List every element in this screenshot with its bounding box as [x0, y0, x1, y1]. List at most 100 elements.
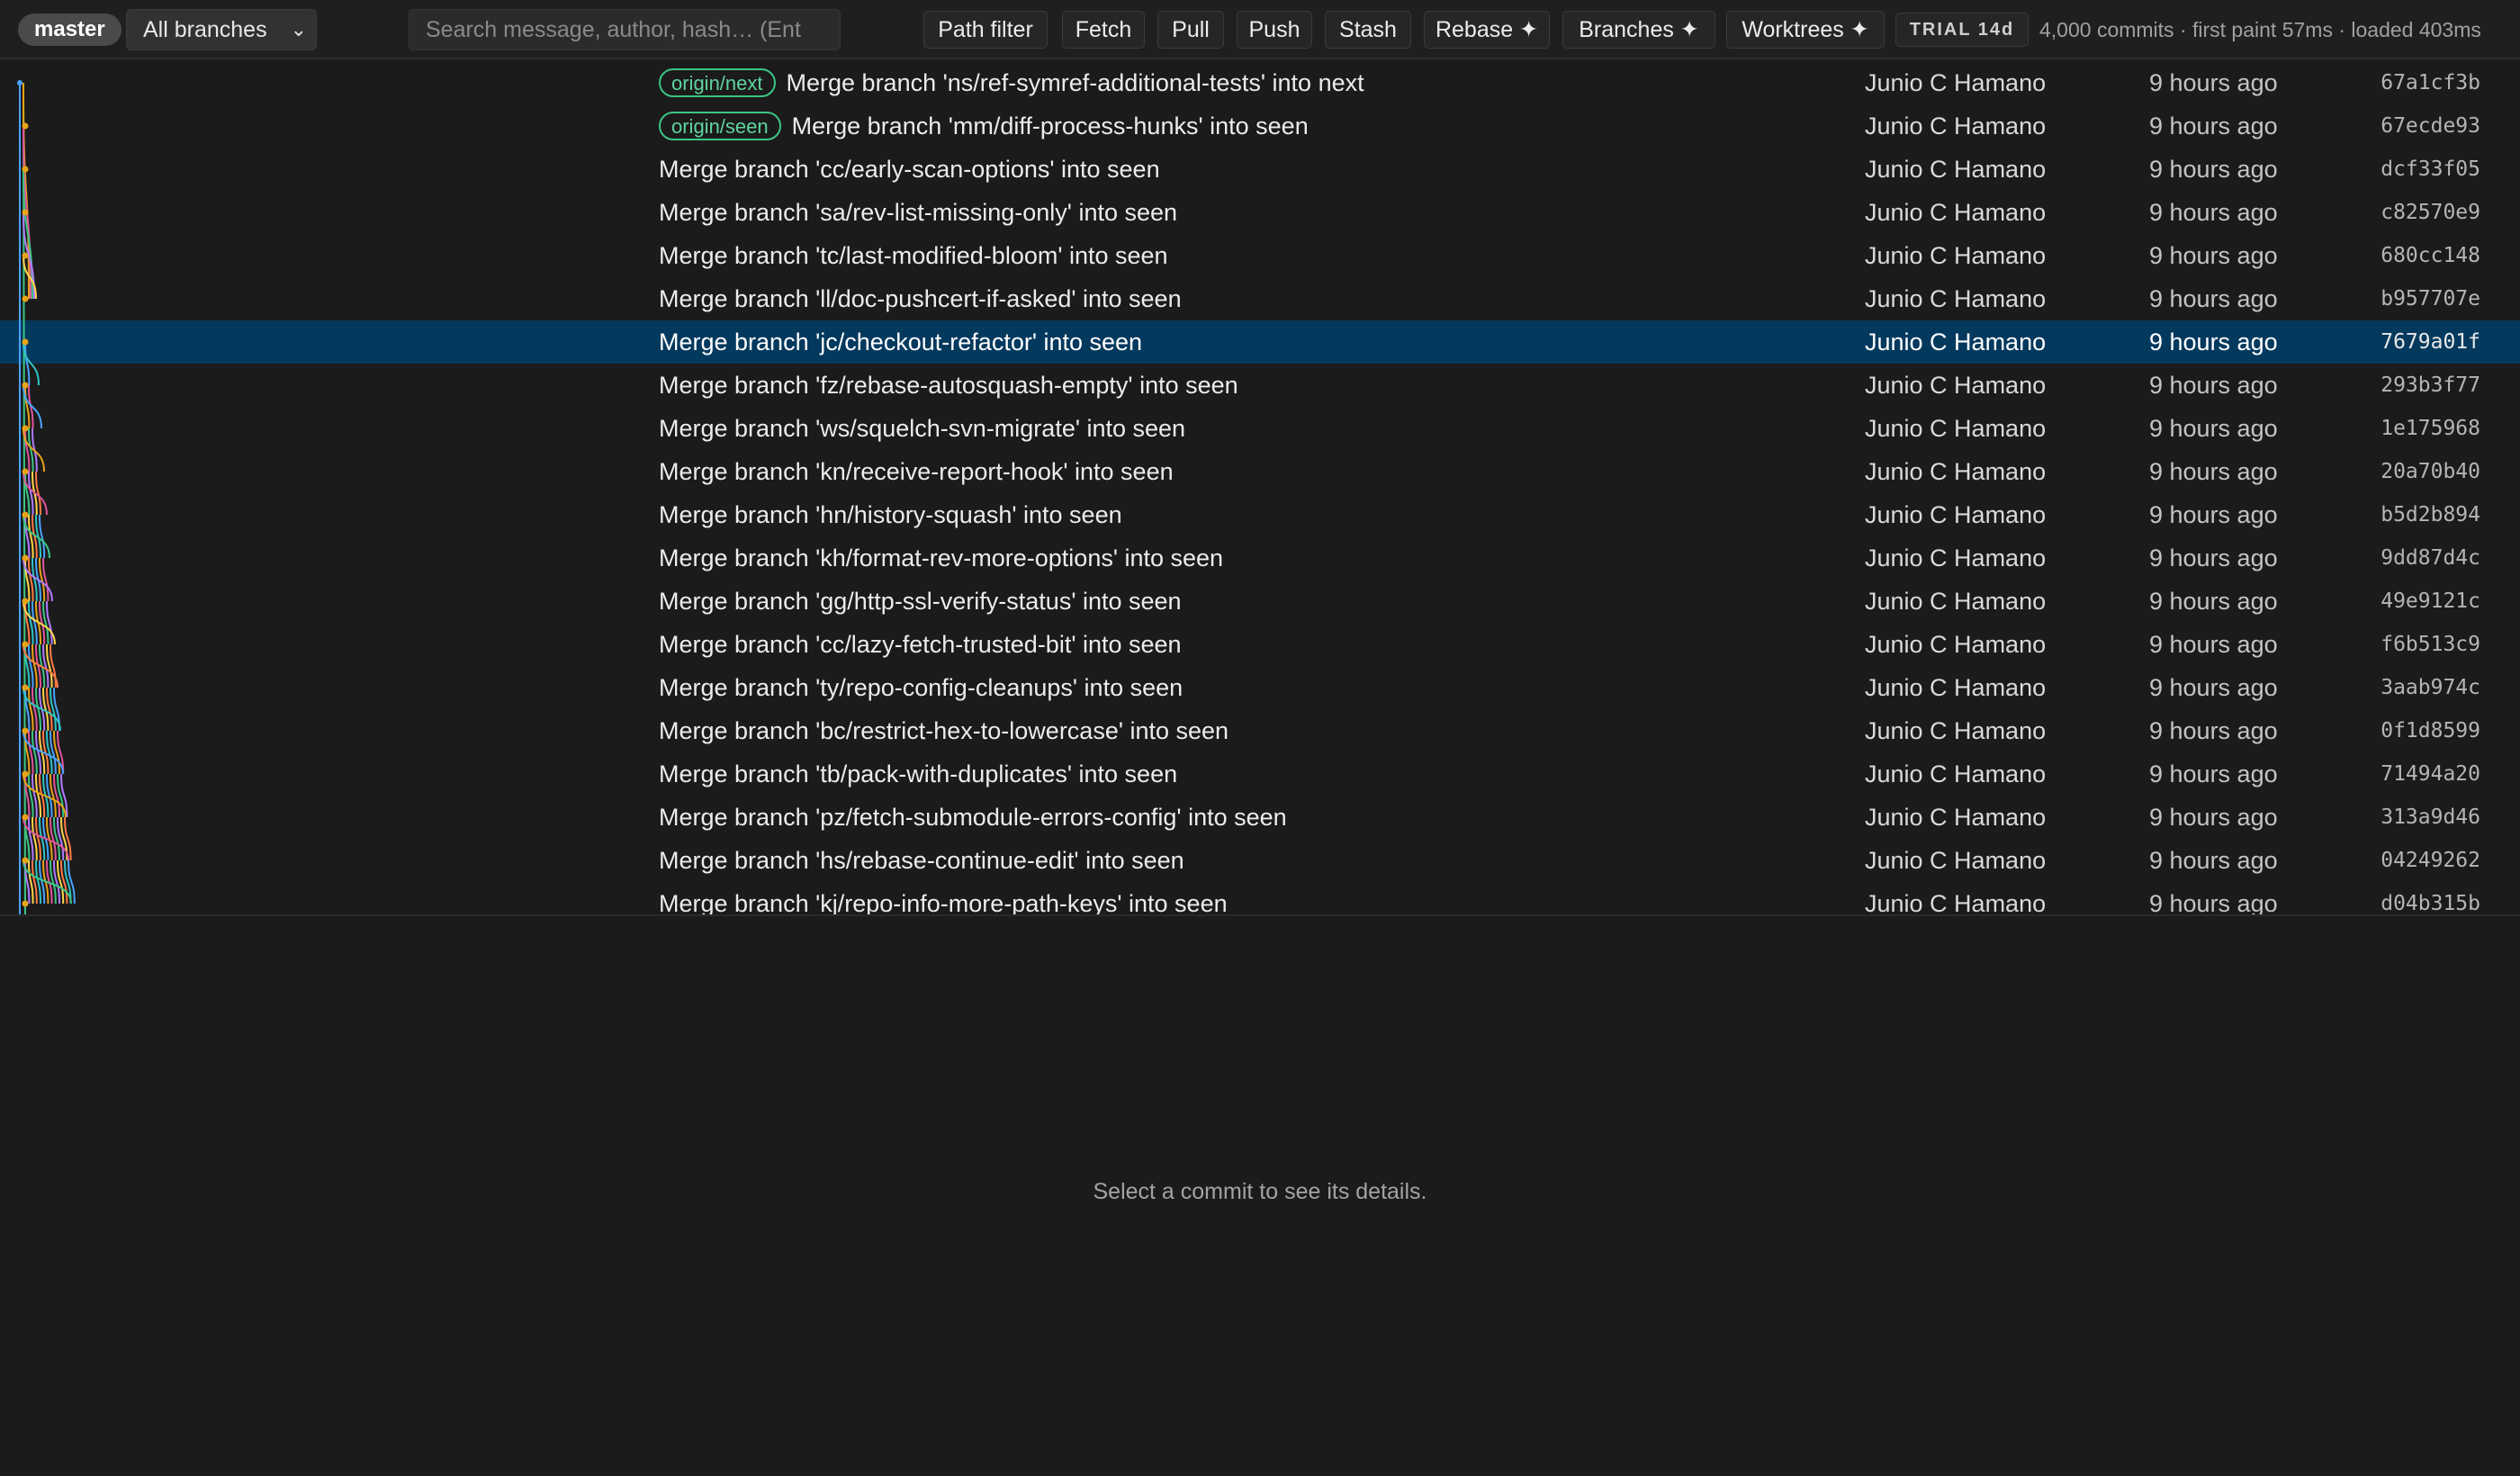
load-stats: 4,000 commits · first paint 57ms · loade… — [2039, 18, 2481, 41]
commit-row[interactable]: Merge branch 'jc/checkout-refactor' into… — [0, 320, 2520, 364]
commit-message: Merge branch 'tb/pack-with-duplicates' i… — [659, 752, 1177, 796]
commit-date: 9 hours ago — [2149, 156, 2278, 183]
commit-author: Junio C Hamano — [1865, 199, 2047, 226]
commit-dot — [22, 727, 29, 734]
commit-date: 9 hours ago — [2149, 112, 2278, 140]
commit-dot — [22, 338, 29, 346]
commit-row[interactable]: Merge branch 'ty/repo-config-cleanups' i… — [0, 666, 2520, 709]
commit-message-text: Merge branch 'bc/restrict-hex-to-lowerca… — [659, 717, 1229, 744]
commit-row[interactable]: Merge branch 'hs/rebase-continue-edit' i… — [0, 839, 2520, 882]
commit-hash: 04249262 — [2380, 849, 2480, 872]
commit-row[interactable]: Merge branch 'ws/squelch-svn-migrate' in… — [0, 407, 2520, 450]
commit-date: 9 hours ago — [2149, 415, 2278, 442]
commit-message: Merge branch 'cc/early-scan-options' int… — [659, 148, 1160, 191]
commit-message: Merge branch 'hn/history-squash' into se… — [659, 493, 1122, 536]
commit-message-text: Merge branch 'ns/ref-symref-additional-t… — [786, 69, 1364, 96]
worktrees-button[interactable]: Worktrees ✦ — [1726, 11, 1885, 49]
commit-message: Merge branch 'bc/restrict-hex-to-lowerca… — [659, 709, 1228, 752]
commit-hash: 49e9121c — [2380, 590, 2480, 613]
commit-author: Junio C Hamano — [1865, 588, 2047, 615]
branch-filter-value: All branches — [143, 17, 267, 42]
commit-row[interactable]: origin/seen Merge branch 'mm/diff-process… — [0, 104, 2520, 148]
commit-row[interactable]: origin/next Merge branch 'ns/ref-symref-a… — [0, 61, 2520, 104]
commit-author: Junio C Hamano — [1865, 328, 2047, 356]
commit-message: origin/seen Merge branch 'mm/diff-process… — [659, 104, 1309, 148]
commit-message: Merge branch 'll/doc-pushcert-if-asked' … — [659, 277, 1182, 320]
commit-message-text: Merge branch 'fz/rebase-autosquash-empty… — [659, 372, 1238, 399]
pull-button[interactable]: Pull — [1157, 11, 1224, 49]
commit-message: Merge branch 'kh/format-rev-more-options… — [659, 536, 1223, 580]
ref-badge[interactable]: origin/seen — [659, 111, 781, 140]
branch-filter-select[interactable]: All branches ⌄ — [126, 9, 317, 50]
commit-row[interactable]: Merge branch 'kn/receive-report-hook' in… — [0, 450, 2520, 493]
commit-dot — [22, 554, 29, 562]
commit-dot — [22, 166, 29, 173]
commit-hash: 20a70b40 — [2380, 460, 2480, 483]
commit-dot — [22, 857, 29, 864]
trial-badge: TRIAL 14d — [1895, 13, 2029, 47]
commit-row[interactable]: Merge branch 'tb/pack-with-duplicates' i… — [0, 752, 2520, 796]
commit-hash: f6b513c9 — [2380, 633, 2480, 656]
commit-message-text: Merge branch 'pz/fetch-submodule-errors-… — [659, 804, 1287, 831]
rebase-button[interactable]: Rebase ✦ — [1424, 11, 1550, 49]
commit-author: Junio C Hamano — [1865, 285, 2047, 312]
commit-hash: 67ecde93 — [2380, 114, 2480, 138]
commit-dot — [22, 511, 29, 518]
commit-row[interactable]: Merge branch 'fz/rebase-autosquash-empty… — [0, 364, 2520, 407]
commit-message: Merge branch 'hs/rebase-continue-edit' i… — [659, 839, 1184, 882]
commit-date: 9 hours ago — [2149, 285, 2278, 312]
commit-message-text: Merge branch 'hs/rebase-continue-edit' i… — [659, 847, 1184, 874]
commit-row[interactable]: Merge branch 'pz/fetch-submodule-errors-… — [0, 796, 2520, 839]
commit-row[interactable]: Merge branch 'll/doc-pushcert-if-asked' … — [0, 277, 2520, 320]
commit-row[interactable]: Merge branch 'gg/http-ssl-verify-status'… — [0, 580, 2520, 623]
commit-row[interactable]: Merge branch 'kh/format-rev-more-options… — [0, 536, 2520, 580]
search-placeholder: Search message, author, hash… (Ent — [426, 17, 801, 42]
commit-message: Merge branch 'sa/rev-list-missing-only' … — [659, 191, 1177, 234]
commit-dot — [22, 382, 29, 389]
commit-message: Merge branch 'ty/repo-config-cleanups' i… — [659, 666, 1183, 709]
commit-row[interactable]: Merge branch 'bc/restrict-hex-to-lowerca… — [0, 709, 2520, 752]
graph-branch-line — [60, 860, 68, 904]
ref-badge[interactable]: origin/next — [659, 68, 776, 97]
commit-hash: 7679a01f — [2380, 330, 2480, 354]
commit-author: Junio C Hamano — [1865, 890, 2047, 916]
commit-message: Merge branch 'ws/squelch-svn-migrate' in… — [659, 407, 1185, 450]
commit-hash: 293b3f77 — [2380, 374, 2480, 397]
commit-author: Junio C Hamano — [1865, 156, 2047, 183]
commit-message-text: Merge branch 'jc/checkout-refactor' into… — [659, 328, 1143, 356]
commit-message: origin/next Merge branch 'ns/ref-symref-a… — [659, 61, 1364, 104]
commit-date: 9 hours ago — [2149, 804, 2278, 831]
commit-message-text: Merge branch 'kj/repo-info-more-path-key… — [659, 890, 1228, 916]
push-button[interactable]: Push — [1237, 11, 1312, 49]
current-branch-badge[interactable]: master — [18, 14, 122, 46]
commit-author: Junio C Hamano — [1865, 674, 2047, 701]
fetch-button[interactable]: Fetch — [1062, 11, 1145, 49]
commit-detail-panel: Select a commit to see its details. — [0, 916, 2520, 1476]
commit-author: Junio C Hamano — [1865, 544, 2047, 572]
commit-date: 9 hours ago — [2149, 890, 2278, 916]
commit-date: 9 hours ago — [2149, 328, 2278, 356]
graph-branch-line — [24, 341, 31, 386]
commit-message-text: Merge branch 'kh/format-rev-more-options… — [659, 544, 1224, 572]
commit-dot — [22, 814, 29, 821]
commit-message-text: Merge branch 'cc/lazy-fetch-trusted-bit'… — [659, 631, 1182, 658]
commit-dot — [22, 770, 29, 778]
commit-row[interactable]: Merge branch 'sa/rev-list-missing-only' … — [0, 191, 2520, 234]
commit-date: 9 hours ago — [2149, 199, 2278, 226]
commit-author: Junio C Hamano — [1865, 717, 2047, 744]
stash-button[interactable]: Stash — [1325, 11, 1411, 49]
commit-hash: 680cc148 — [2380, 244, 2480, 267]
commit-row[interactable]: Merge branch 'tc/last-modified-bloom' in… — [0, 234, 2520, 277]
commit-row[interactable]: Merge branch 'cc/early-scan-options' int… — [0, 148, 2520, 191]
commit-author: Junio C Hamano — [1865, 847, 2047, 874]
search-input[interactable]: Search message, author, hash… (Ent — [409, 9, 841, 50]
commit-message-text: Merge branch 'tb/pack-with-duplicates' i… — [659, 760, 1178, 788]
commit-row[interactable]: Merge branch 'cc/lazy-fetch-trusted-bit'… — [0, 623, 2520, 666]
path-filter-button[interactable]: Path filter — [923, 11, 1048, 49]
branches-button[interactable]: Branches ✦ — [1562, 11, 1715, 49]
commit-row[interactable]: Merge branch 'kj/repo-info-more-path-key… — [0, 882, 2520, 916]
commit-author: Junio C Hamano — [1865, 112, 2047, 140]
commit-row[interactable]: Merge branch 'hn/history-squash' into se… — [0, 493, 2520, 536]
commit-author: Junio C Hamano — [1865, 631, 2047, 658]
commit-message-text: Merge branch 'mm/diff-process-hunks' int… — [791, 112, 1309, 140]
